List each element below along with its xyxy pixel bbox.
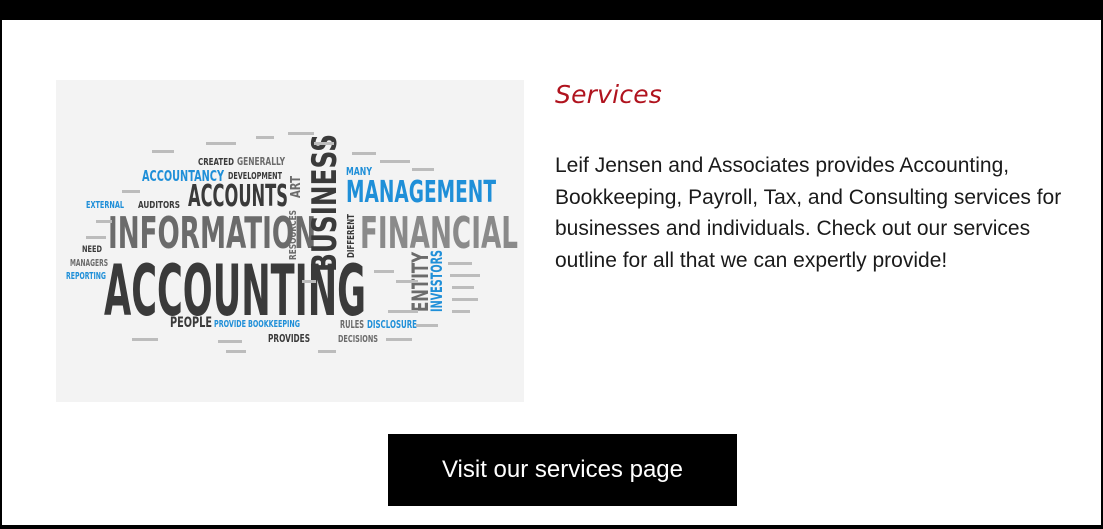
word-need: NEED <box>82 245 102 255</box>
word-management: MANAGEMENT <box>346 175 496 210</box>
services-title: Services <box>555 80 663 109</box>
word-disclosure: DISCLOSURE <box>367 318 417 331</box>
word-information: INFORMATION <box>108 208 316 259</box>
word-auditors: AUDITORS <box>138 200 180 211</box>
word-provides: PROVIDES <box>268 332 310 345</box>
word-accountancy: ACCOUNTANCY <box>142 167 225 185</box>
word-art: ART <box>289 176 304 198</box>
word-business: BUSINESS <box>305 134 345 272</box>
word-development: DEVELOPMENT <box>228 171 282 182</box>
word-generally: GENERALLY <box>237 155 286 168</box>
word-external: EXTERNAL <box>86 200 124 211</box>
word-people: PEOPLE <box>170 315 212 331</box>
word-decisions: DECISIONS <box>338 334 378 345</box>
word-created: CREATED <box>198 157 234 168</box>
word-rules: RULES <box>340 318 364 331</box>
word-bookkeeping: BOOKKEEPING <box>248 319 300 330</box>
word-resources: RESOURCES <box>288 210 299 260</box>
accounting-word-cloud-image: ACCOUNTING INFORMATION ACCOUNTS ACCOUNTA… <box>56 80 524 402</box>
word-reporting: REPORTING <box>66 271 106 282</box>
services-description: Leif Jensen and Associates provides Acco… <box>555 154 1062 272</box>
visit-services-button[interactable]: Visit our services page <box>388 434 737 506</box>
word-provide: PROVIDE <box>214 319 246 330</box>
word-investors: INVESTORS <box>427 250 446 312</box>
word-different: DIFFERENT <box>346 214 357 258</box>
content-frame: ACCOUNTING INFORMATION ACCOUNTS ACCOUNTA… <box>0 0 1103 529</box>
word-managers: MANAGERS <box>70 258 108 269</box>
